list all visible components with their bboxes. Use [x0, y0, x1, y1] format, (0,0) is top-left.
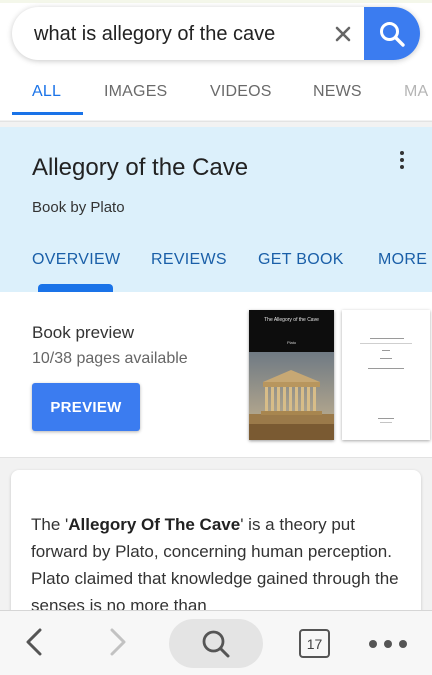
tab-videos[interactable]: VIDEOS [210, 83, 272, 101]
search-bar[interactable]: what is allegory of the cave [12, 7, 420, 60]
active-tab-indicator [12, 112, 83, 115]
toolbar-search-button[interactable] [169, 619, 263, 668]
description-text: The 'Allegory Of The Cave' is a theory p… [31, 515, 399, 615]
book-preview-pages: 10/38 pages available [32, 350, 188, 367]
kp-active-tab-indicator [38, 284, 113, 292]
browser-toolbar: 17 [0, 610, 432, 675]
search-tabs: ALL IMAGES VIDEOS NEWS MA [0, 79, 432, 119]
description-bold-term: Allegory Of The Cave [68, 515, 241, 534]
kp-tab-overview[interactable]: OVERVIEW [32, 251, 120, 269]
knowledge-panel-title: Allegory of the Cave [32, 154, 249, 181]
chevron-left-icon[interactable] [22, 627, 48, 657]
book-preview-heading: Book preview [32, 323, 135, 342]
search-header: what is allegory of the cave ALL IMAGES … [0, 0, 432, 122]
book-preview-card: Book preview 10/38 pages available PREVI… [0, 292, 432, 458]
search-input[interactable]: what is allegory of the cave [34, 23, 275, 46]
preview-button[interactable]: PREVIEW [32, 383, 140, 431]
close-icon[interactable] [330, 21, 356, 47]
kp-tab-more[interactable]: MORE [378, 251, 427, 269]
tab-news[interactable]: NEWS [313, 83, 362, 101]
tab-images[interactable]: IMAGES [104, 83, 167, 101]
kp-tab-get-book[interactable]: GET BOOK [258, 251, 344, 269]
search-button[interactable] [364, 7, 420, 60]
divider [0, 121, 432, 122]
kp-tab-reviews[interactable]: REVIEWS [151, 251, 227, 269]
tab-all[interactable]: ALL [32, 83, 61, 101]
search-icon [202, 630, 230, 657]
knowledge-panel-header: Allegory of the Cave Book by Plato OVERV… [0, 127, 432, 292]
more-vert-icon[interactable] [392, 151, 412, 173]
more-horiz-icon[interactable] [369, 640, 407, 648]
tab-switcher-button[interactable]: 17 [299, 629, 330, 658]
book-page-thumbnail[interactable] [342, 310, 430, 440]
knowledge-panel-subtitle: Book by Plato [32, 199, 125, 216]
book-cover-image[interactable]: The Allegory of the Cave Plato [249, 310, 334, 440]
tab-maps[interactable]: MA [404, 83, 428, 101]
chevron-right-icon[interactable] [104, 627, 130, 657]
parthenon-illustration [249, 352, 334, 440]
search-icon [380, 21, 405, 47]
